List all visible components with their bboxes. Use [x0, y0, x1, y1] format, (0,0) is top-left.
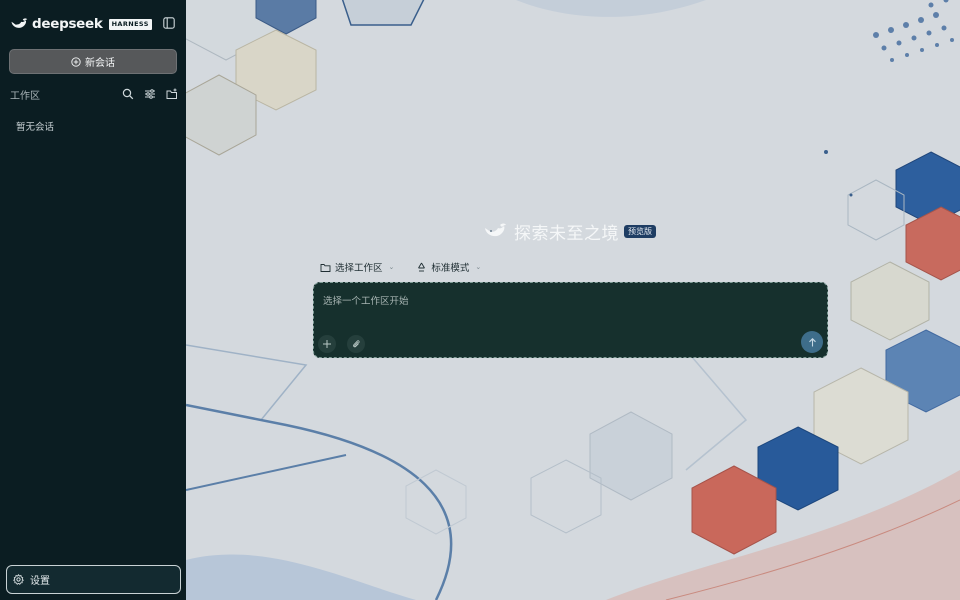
main-area: 探索未至之境 预览版 选择工作区 ⌄ 标准模式 ⌄ [186, 0, 960, 600]
workspace-selector[interactable]: 选择工作区 ⌄ [320, 260, 394, 274]
brand: deepseek HARNESS [10, 14, 152, 34]
settings-button[interactable]: 设置 [6, 565, 181, 594]
attach-button[interactable] [347, 335, 365, 353]
workspace-header: 工作区 [10, 86, 178, 102]
new-chat-button[interactable]: 新会话 [9, 49, 177, 74]
folder-icon [320, 263, 331, 272]
whale-logo-icon [485, 223, 506, 237]
workspace-tools [122, 88, 178, 100]
composer [313, 282, 828, 358]
preview-badge: 预览版 [624, 224, 656, 238]
chevron-down-icon: ⌄ [388, 263, 395, 271]
composer-controls: 选择工作区 ⌄ 标准模式 ⌄ [320, 260, 481, 274]
new-folder-button[interactable] [166, 88, 178, 100]
search-button[interactable] [122, 88, 134, 100]
send-button[interactable] [801, 331, 823, 353]
brand-name: deepseek [32, 16, 103, 32]
arrow-up-icon [808, 337, 816, 346]
sliders-icon [145, 89, 155, 99]
whale-logo-icon [11, 18, 28, 28]
filter-button[interactable] [144, 88, 156, 100]
settings-label: 设置 [30, 576, 50, 587]
sidebar: deepseek HARNESS 新会话 工作区 暂无会话 设置 [0, 0, 186, 600]
hero: 探索未至之境 预览版 [483, 220, 656, 244]
search-icon [122, 88, 134, 100]
add-button[interactable] [318, 335, 336, 353]
recycle-icon [418, 262, 426, 271]
brand-badge: HARNESS [108, 18, 152, 30]
composer-input[interactable] [323, 293, 783, 309]
mode-selector-label: 标准模式 [431, 263, 470, 274]
paperclip-icon [353, 340, 360, 348]
plus-circle-icon [71, 56, 81, 67]
sidebar-toggle-icon[interactable] [163, 17, 175, 29]
chevron-down-icon: ⌄ [475, 263, 482, 271]
workspace-selector-label: 选择工作区 [335, 263, 383, 274]
gear-icon [13, 574, 24, 585]
new-chat-label: 新会话 [85, 58, 115, 69]
plus-icon [323, 340, 331, 348]
empty-conversations-note: 暂无会话 [16, 122, 55, 133]
mode-selector[interactable]: 标准模式 ⌄ [416, 260, 481, 274]
hero-title: 探索未至之境 [514, 223, 619, 244]
folder-plus-icon [166, 88, 177, 99]
workspace-title: 工作区 [10, 90, 40, 102]
